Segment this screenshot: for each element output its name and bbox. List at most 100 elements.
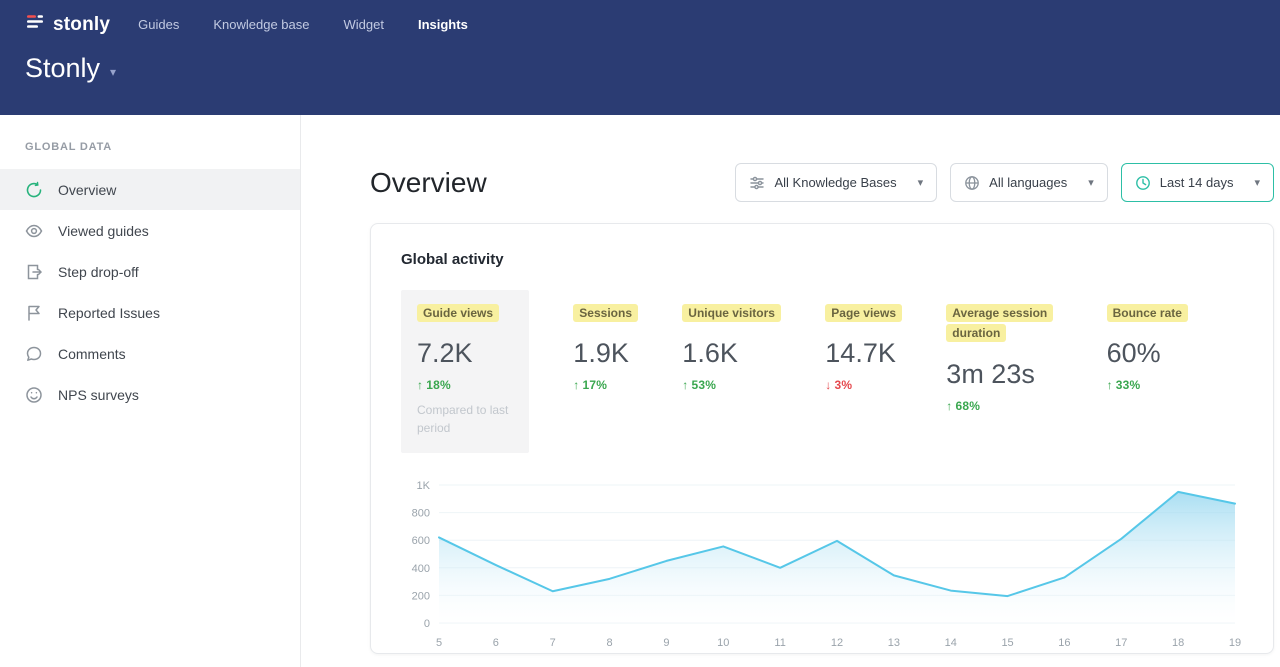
main-header: Overview All Knowledge Bases ▾ [370, 163, 1274, 202]
trend-arrow-icon: ↑ [1107, 378, 1113, 392]
chevron-down-icon: ▾ [918, 176, 924, 189]
svg-text:11: 11 [774, 637, 785, 649]
activity-chart-container: 02004006008001K5678910111213141516171819 [401, 477, 1243, 658]
sidebar-section-label: GLOBAL DATA [0, 141, 300, 153]
svg-text:1K: 1K [417, 480, 431, 492]
knowledge-bases-dropdown[interactable]: All Knowledge Bases ▾ [735, 163, 937, 202]
globe-icon [964, 175, 980, 191]
logo-text: stonly [53, 14, 110, 36]
trend-arrow-icon: ↑ [417, 378, 423, 392]
metric-label: Page views [825, 304, 902, 322]
svg-text:18: 18 [1172, 637, 1184, 649]
sidebar-item-step-drop-off[interactable]: Step drop-off [0, 251, 300, 292]
metric-label: Unique visitors [682, 304, 781, 322]
eye-icon [25, 222, 43, 240]
metric-delta: ↑33% [1107, 378, 1188, 392]
content-layout: GLOBAL DATA Overview Viewed guides [0, 115, 1280, 667]
svg-text:12: 12 [831, 637, 843, 649]
metric-label: Guide views [417, 304, 499, 322]
knowledge-bases-value: All Knowledge Bases [774, 175, 896, 190]
sidebar-item-comments[interactable]: Comments [0, 333, 300, 374]
sidebar: GLOBAL DATA Overview Viewed guides [0, 115, 301, 667]
metric-label: Sessions [573, 304, 638, 322]
svg-text:6: 6 [493, 637, 499, 649]
metric-sessions: Sessions 1.9K ↑17% [573, 290, 638, 392]
trend-arrow-icon: ↓ [825, 378, 831, 392]
trend-arrow-icon: ↑ [682, 378, 688, 392]
nav-item-guides[interactable]: Guides [138, 9, 179, 40]
languages-value: All languages [989, 175, 1067, 190]
stonly-logo-icon [25, 12, 45, 37]
metric-page-views: Page views 14.7K ↓3% [825, 290, 902, 392]
svg-text:9: 9 [663, 637, 669, 649]
metric-value: 60% [1107, 338, 1188, 369]
metric-guide-views: Guide views 7.2K ↑18% Compared to last p… [401, 290, 529, 453]
nav-item-widget[interactable]: Widget [344, 9, 384, 40]
metric-value: 3m 23s [946, 359, 1062, 390]
metrics-row: Guide views 7.2K ↑18% Compared to last p… [401, 290, 1243, 453]
smiley-icon [25, 386, 43, 404]
svg-text:8: 8 [607, 637, 613, 649]
metric-average-session-duration: Average session duration 3m 23s ↑68% [946, 290, 1062, 413]
sliders-icon [749, 175, 765, 191]
metric-delta: ↓3% [825, 378, 902, 392]
step-drop-off-icon [25, 263, 43, 281]
svg-text:0: 0 [424, 618, 430, 630]
app-header: stonly Guides Knowledge base Widget Insi… [0, 0, 1280, 115]
main-content: Overview All Knowledge Bases ▾ [301, 115, 1280, 667]
svg-text:16: 16 [1058, 637, 1070, 649]
workspace-switcher[interactable]: Stonly ▾ [25, 53, 116, 84]
svg-text:19: 19 [1229, 637, 1241, 649]
sidebar-item-overview[interactable]: Overview [0, 169, 300, 210]
date-range-dropdown[interactable]: Last 14 days ▾ [1121, 163, 1274, 202]
trend-arrow-icon: ↑ [573, 378, 579, 392]
sidebar-item-label: Step drop-off [58, 264, 139, 280]
languages-dropdown[interactable]: All languages ▾ [950, 163, 1108, 202]
stonly-logo[interactable]: stonly [25, 12, 110, 37]
date-range-value: Last 14 days [1160, 175, 1234, 190]
svg-text:5: 5 [436, 637, 442, 649]
top-navigation: stonly Guides Knowledge base Widget Insi… [25, 0, 1255, 40]
svg-text:15: 15 [1001, 637, 1013, 649]
metric-value: 1.9K [573, 338, 638, 369]
metric-value: 7.2K [417, 338, 513, 369]
sidebar-item-label: Viewed guides [58, 223, 149, 239]
metric-bounce-rate: Bounce rate 60% ↑33% [1107, 290, 1188, 392]
svg-text:10: 10 [717, 637, 729, 649]
sidebar-item-nps-surveys[interactable]: NPS surveys [0, 374, 300, 415]
filter-bar: All Knowledge Bases ▾ All languages ▾ [735, 163, 1274, 202]
metric-value: 14.7K [825, 338, 902, 369]
sidebar-item-label: Reported Issues [58, 305, 160, 321]
svg-text:7: 7 [550, 637, 556, 649]
svg-text:14: 14 [945, 637, 957, 649]
svg-text:200: 200 [412, 591, 430, 603]
sidebar-item-label: Overview [58, 182, 116, 198]
metric-label: Bounce rate [1107, 304, 1188, 322]
svg-text:13: 13 [888, 637, 900, 649]
global-activity-card: Global activity Guide views 7.2K ↑18% Co… [370, 223, 1274, 654]
sidebar-item-viewed-guides[interactable]: Viewed guides [0, 210, 300, 251]
chevron-down-icon: ▾ [1088, 176, 1094, 189]
metric-label: Average session duration [946, 304, 1053, 342]
sidebar-item-reported-issues[interactable]: Reported Issues [0, 292, 300, 333]
chevron-down-icon: ▾ [110, 65, 116, 79]
nav-item-insights[interactable]: Insights [418, 9, 468, 40]
sidebar-item-label: NPS surveys [58, 387, 139, 403]
svg-text:600: 600 [412, 535, 430, 547]
overview-icon [25, 181, 43, 199]
metric-delta: ↑18% [417, 378, 513, 392]
metric-unique-visitors: Unique visitors 1.6K ↑53% [682, 290, 781, 392]
metric-delta: ↑68% [946, 399, 1062, 413]
metric-delta: ↑53% [682, 378, 781, 392]
workspace-name: Stonly [25, 53, 100, 84]
sidebar-item-label: Comments [58, 346, 126, 362]
svg-text:400: 400 [412, 563, 430, 575]
comments-icon [25, 345, 43, 363]
card-title: Global activity [401, 251, 1243, 268]
svg-text:17: 17 [1115, 637, 1127, 649]
nav-item-knowledge-base[interactable]: Knowledge base [213, 9, 309, 40]
metric-value: 1.6K [682, 338, 781, 369]
chevron-down-icon: ▾ [1254, 176, 1260, 189]
metric-note: Compared to last period [417, 402, 513, 437]
page-title: Overview [370, 167, 487, 199]
